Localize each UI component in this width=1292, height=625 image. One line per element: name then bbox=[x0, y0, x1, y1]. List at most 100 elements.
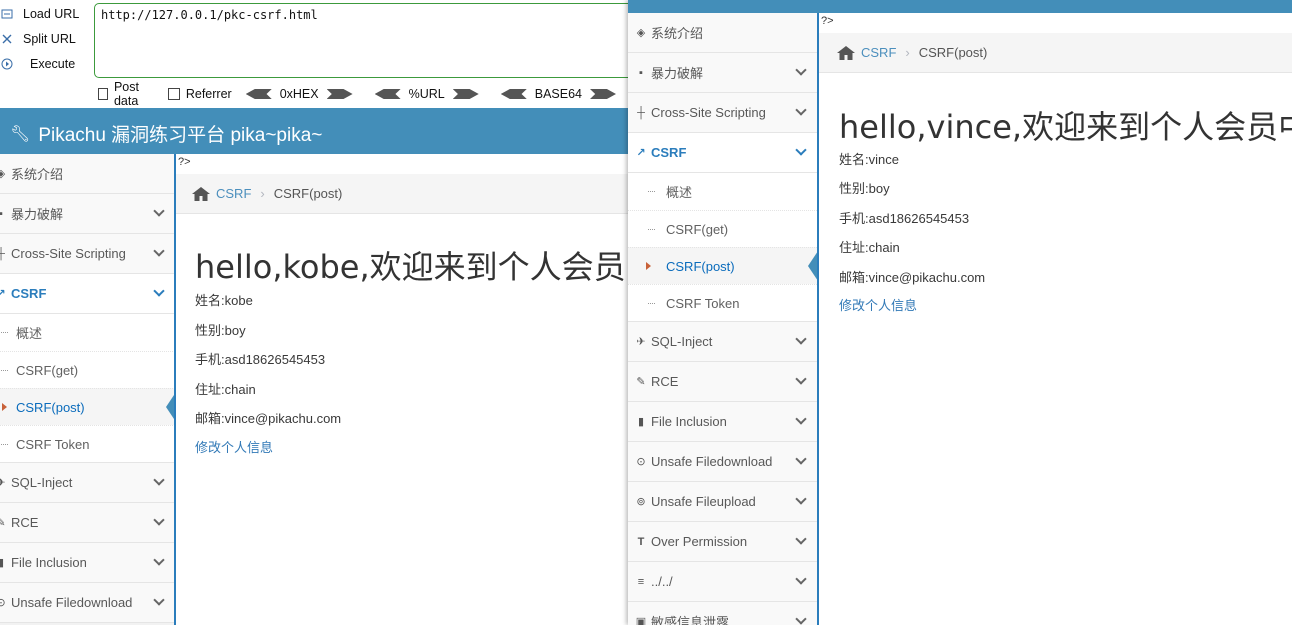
text-height-icon: T bbox=[637, 535, 645, 548]
chevron-down-icon bbox=[795, 453, 807, 465]
sidebar-item-over-permission[interactable]: T Over Permission bbox=[628, 522, 817, 562]
sidebar-item-label: File Inclusion bbox=[11, 555, 87, 570]
info-gender: 性别:boy bbox=[839, 181, 890, 196]
sitemap-icon: ┼ bbox=[637, 106, 645, 119]
home-icon[interactable] bbox=[192, 186, 210, 201]
tags-icon: ◈ bbox=[0, 167, 8, 180]
hackbar-actions: Load URL Split URL Execute bbox=[0, 0, 92, 86]
sidebar-item-dir-traversal[interactable]: ≡ ../../ bbox=[628, 562, 817, 602]
info-address: 住址:chain bbox=[195, 382, 256, 397]
sidebar-item-label: Unsafe Fileupload bbox=[651, 494, 756, 509]
base64-encoder: BASE64 bbox=[500, 87, 616, 101]
sidebar-item-rce[interactable]: ✎RCE bbox=[0, 503, 174, 543]
sidebar-item-label: CSRF bbox=[11, 286, 47, 301]
submenu-item-csrf-get[interactable]: CSRF(get) bbox=[0, 351, 174, 388]
chevron-down-icon bbox=[795, 613, 807, 625]
sidebar-item-label: 暴力破解 bbox=[11, 207, 64, 222]
sidebar-item-sqli[interactable]: ✈SQL-Inject bbox=[628, 322, 817, 362]
load-url-button[interactable]: Load URL bbox=[0, 3, 79, 25]
hackbar-options: Post data Referrer 0xHEX %URL BASE64 bbox=[98, 80, 638, 108]
sidebar-item-rce[interactable]: ✎RCE bbox=[628, 362, 817, 402]
sidebar-item-csrf[interactable]: ↗CSRF bbox=[0, 274, 174, 314]
sidebar-item-label: Cross-Site Scripting bbox=[11, 246, 126, 261]
sitemap-icon: ┼ bbox=[0, 248, 8, 260]
pencil-icon: ✎ bbox=[636, 376, 646, 388]
sidebar-item-label: SQL-Inject bbox=[11, 475, 73, 490]
sidebar-item-label: Cross-Site Scripting bbox=[651, 105, 766, 120]
sidebar-item-fileupload[interactable]: ⊚ Unsafe Fileupload bbox=[628, 482, 817, 522]
navbar-front bbox=[628, 0, 1292, 13]
chevron-down-icon bbox=[153, 245, 165, 257]
submenu-item-label: CSRF Token bbox=[666, 295, 740, 311]
breadcrumb-parent-link[interactable]: CSRF bbox=[216, 186, 251, 201]
brand-link[interactable]: 🔧︎ Pikachu 漏洞练习平台 pika~pika~ bbox=[10, 120, 322, 147]
breadcrumb-separator-icon: › bbox=[905, 45, 910, 60]
lock-icon: ▪ bbox=[639, 66, 643, 79]
tags-icon: ◈ bbox=[636, 27, 646, 39]
sidebar-item-bruteforce[interactable]: ▪暴力破解 bbox=[628, 53, 817, 93]
sidebar-item-bruteforce[interactable]: ▪暴力破解 bbox=[0, 194, 174, 234]
sidebar-item-xss[interactable]: ┼Cross-Site Scripting bbox=[0, 234, 174, 274]
post-data-checkbox[interactable]: Post data bbox=[98, 80, 156, 108]
submenu-item-csrf-post[interactable]: CSRF(post) bbox=[628, 247, 817, 284]
download-icon: ⊙ bbox=[0, 596, 8, 609]
submenu-item-csrf-token[interactable]: CSRF Token bbox=[628, 284, 817, 321]
chevron-down-icon bbox=[795, 413, 807, 425]
sidebar-item-filedownload[interactable]: ⊙Unsafe Filedownload bbox=[628, 442, 817, 482]
submenu-item-csrf-post[interactable]: CSRF(post) bbox=[0, 388, 174, 425]
edit-profile-link[interactable]: 修改个人信息 bbox=[839, 295, 917, 314]
lock-icon: ▪ bbox=[0, 208, 8, 220]
checkbox-box[interactable] bbox=[167, 88, 180, 100]
dash-mark bbox=[648, 191, 655, 192]
submenu-item-label: CSRF Token bbox=[16, 436, 90, 452]
split-url-button[interactable]: Split URL bbox=[0, 28, 76, 50]
hex-label: 0xHEX bbox=[279, 87, 319, 101]
info-email: 邮箱:vince@pikachu.com bbox=[195, 411, 342, 426]
edit-profile-link[interactable]: 修改个人信息 bbox=[195, 437, 273, 456]
submenu-item-label: CSRF(get) bbox=[666, 221, 729, 237]
brand-text: Pikachu 漏洞练习平台 pika~pika~ bbox=[38, 125, 323, 146]
sidebar-item-intro[interactable]: ◈系统介绍 bbox=[0, 154, 174, 194]
submenu-item-csrf-token[interactable]: CSRF Token bbox=[0, 425, 174, 462]
submenu-item-csrf-get[interactable]: CSRF(get) bbox=[628, 210, 817, 247]
submenu-item-label: 概述 bbox=[16, 326, 43, 341]
submenu-item-label: 概述 bbox=[666, 185, 693, 200]
sidebar-item-info-leak[interactable]: ▣ 敏感信息泄露 bbox=[628, 602, 817, 625]
sidebar-item-filedownload[interactable]: ⊙Unsafe Filedownload bbox=[0, 583, 174, 623]
sidebar-item-label: CSRF bbox=[651, 145, 687, 160]
decode-arrow-icon[interactable] bbox=[500, 89, 527, 99]
sidebar-item-csrf[interactable]: ↗CSRF bbox=[628, 133, 817, 173]
encode-arrow-icon[interactable] bbox=[590, 89, 616, 99]
execute-button[interactable]: Execute bbox=[0, 53, 75, 75]
decode-arrow-icon[interactable] bbox=[374, 89, 401, 99]
url-textarea[interactable]: http://127.0.0.1/pkc-csrf.html bbox=[94, 3, 654, 78]
execute-icon bbox=[0, 57, 14, 71]
encode-arrow-icon[interactable] bbox=[452, 89, 479, 99]
camera-icon: ▣ bbox=[635, 616, 647, 625]
chevron-down-icon bbox=[795, 333, 807, 345]
sidebar-item-file-inclusion[interactable]: ▮File Inclusion bbox=[628, 402, 817, 442]
breadcrumb-parent-link[interactable]: CSRF bbox=[861, 45, 896, 60]
decode-arrow-icon[interactable] bbox=[245, 89, 272, 99]
base64-label: BASE64 bbox=[534, 87, 582, 101]
breadcrumb-separator-icon: › bbox=[260, 186, 265, 201]
referrer-label: Referrer bbox=[185, 87, 232, 101]
sidebar-item-intro[interactable]: ◈系统介绍 bbox=[628, 13, 817, 53]
load-icon bbox=[0, 7, 14, 21]
sidebar-item-label: ../../ bbox=[651, 574, 673, 589]
submenu-item-overview[interactable]: 概述 bbox=[0, 314, 174, 351]
submenu-item-overview[interactable]: 概述 bbox=[628, 173, 817, 210]
chevron-down-icon bbox=[795, 573, 807, 585]
sidebar-item-label: 敏感信息泄露 bbox=[651, 615, 730, 625]
encode-arrow-icon[interactable] bbox=[326, 89, 353, 99]
sidebar-item-xss[interactable]: ┼ Cross-Site Scripting bbox=[628, 93, 817, 133]
sidebar-back: ◈系统介绍 ▪暴力破解 ┼Cross-Site Scripting ↗ CSRF … bbox=[0, 154, 175, 625]
info-name: 姓名:vince bbox=[839, 152, 899, 167]
referrer-checkbox[interactable]: Referrer bbox=[167, 87, 232, 101]
sidebar-item-sqli[interactable]: ✈SQL-Inject bbox=[0, 463, 174, 503]
url-label: %URL bbox=[408, 87, 445, 101]
checkbox-box[interactable] bbox=[98, 88, 108, 100]
load-url-label: Load URL bbox=[23, 7, 80, 21]
home-icon[interactable] bbox=[837, 45, 855, 60]
sidebar-item-file-inclusion[interactable]: ▮File Inclusion bbox=[0, 543, 174, 583]
